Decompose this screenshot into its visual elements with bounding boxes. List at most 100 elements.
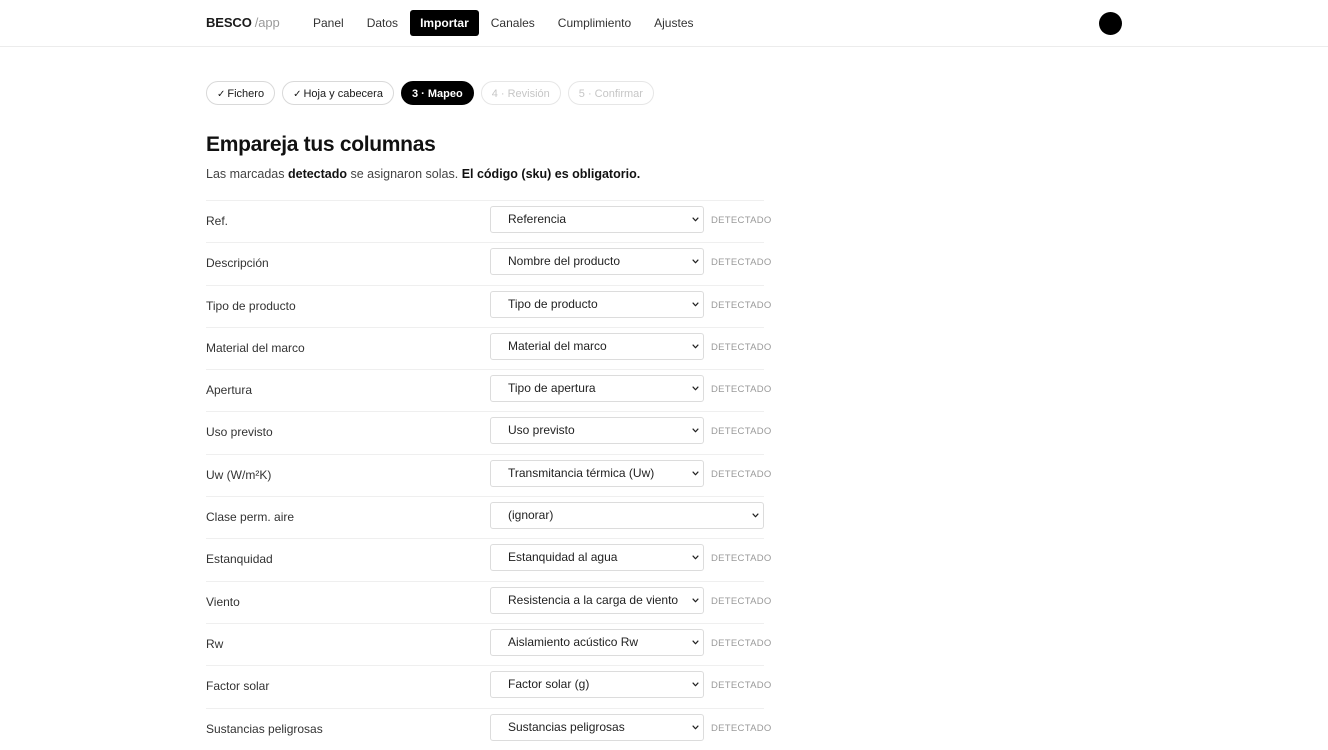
- detected-badge: DETECTADO: [711, 426, 772, 438]
- mapping-row: Uso previsto Uso previsto DETECTADO: [206, 411, 771, 453]
- step-fichero[interactable]: ✓ Fichero: [206, 81, 276, 105]
- avatar[interactable]: [1099, 12, 1122, 35]
- select-value: Factor solar (g): [508, 677, 590, 692]
- select-value: Estanquidad al agua: [508, 550, 618, 565]
- target-field-select[interactable]: Estanquidad al agua: [490, 544, 704, 572]
- target-field-select[interactable]: Tipo de producto: [490, 290, 704, 318]
- detected-badge: DETECTADO: [711, 680, 772, 692]
- chevron-down-icon: [692, 302, 699, 306]
- import-stepper: ✓ Fichero ✓ Hoja y cabecera 3 · Mapeo 4 · Rev…: [206, 81, 654, 105]
- mapping-row: Ref. Referencia DETECTADO: [206, 200, 771, 242]
- nav-item-ajustes[interactable]: Ajustes: [643, 10, 704, 36]
- select-value: Tipo de apertura: [508, 381, 596, 396]
- mapping-row: Uw (W/m²K) Transmitancia térmica (Uw) DETE…: [206, 453, 771, 496]
- mapping-row: Apertura Tipo de apertura DETECTADO: [206, 369, 771, 411]
- chevron-down-icon: [752, 513, 759, 518]
- step-label: 5 · Confirmar: [578, 88, 643, 100]
- subtitle-text-2: se asignaron solas.: [347, 167, 462, 181]
- chevron-down-icon: [692, 725, 699, 729]
- chevron-down-icon: [692, 344, 699, 349]
- source-column-label: Tipo de producto: [206, 298, 296, 313]
- mapping-row: Tipo de producto Tipo de producto DETECTAD…: [206, 284, 771, 327]
- step-label: Fichero: [227, 88, 265, 100]
- mapping-list: Ref. Referencia DETECTADO Descripción Nombre…: [206, 200, 771, 750]
- source-column-label: Uso previsto: [206, 425, 273, 440]
- target-field-select[interactable]: Sustancias peligrosas: [490, 713, 704, 741]
- select-value: Referencia: [508, 212, 567, 226]
- mapping-row: Estanquidad Estanquidad al agua DETECTADO: [206, 538, 771, 580]
- source-column-label: Factor solar: [206, 679, 270, 694]
- chevron-down-icon: [692, 471, 699, 476]
- mapping-row: Factor solar Factor solar (g) DETECTADO: [206, 665, 771, 707]
- brand-suffix: /app: [254, 15, 280, 30]
- target-field-select[interactable]: Nombre del producto: [490, 248, 704, 276]
- subtitle-bold-2: El código (sku) es obligatorio.: [461, 167, 641, 181]
- select-value: Resistencia a la carga de viento: [508, 592, 679, 607]
- nav-item-canales[interactable]: Canales: [480, 10, 546, 36]
- chevron-down-icon: [692, 555, 699, 560]
- step-3-mapeo[interactable]: 3 · Mapeo: [400, 81, 474, 105]
- source-column-label: Uw (W/m²K): [206, 467, 272, 482]
- select-value: Transmitancia térmica (Uw): [508, 465, 655, 480]
- target-field-select[interactable]: Tipo de apertura: [490, 375, 704, 403]
- target-field-select[interactable]: Uso previsto: [490, 417, 704, 445]
- check-icon: ✓: [217, 89, 226, 100]
- check-icon: ✓: [293, 89, 302, 100]
- mapping-row: Sustancias peligrosas Sustancias peligros…: [206, 707, 771, 750]
- source-column-label: Apertura: [206, 383, 253, 398]
- mapping-row: Rw Aislamiento acústico Rw DETECTADO: [206, 622, 771, 665]
- mapping-row: Viento Resistencia a la carga de viento DE…: [206, 580, 771, 623]
- detected-badge: DETECTADO: [711, 384, 772, 396]
- detected-badge: DETECTADO: [711, 299, 772, 311]
- detected-badge: DETECTADO: [711, 215, 772, 226]
- nav-item-panel[interactable]: Panel: [302, 10, 355, 36]
- select-value: (ignorar): [508, 508, 554, 523]
- detected-badge: DETECTADO: [711, 722, 772, 734]
- step-4-revision: 4 · Revisión: [480, 81, 561, 105]
- chevron-down-icon: [692, 598, 699, 603]
- nav-item-datos[interactable]: Datos: [356, 10, 409, 36]
- page-title: Empareja tus columnas: [206, 133, 436, 156]
- nav-item-cumplimiento[interactable]: Cumplimiento: [547, 10, 642, 36]
- step-label: 3 · Mapeo: [411, 88, 463, 100]
- chevron-down-icon: [692, 217, 699, 222]
- detected-badge: DETECTADO: [711, 553, 772, 565]
- target-field-select[interactable]: Transmitancia térmica (Uw): [490, 459, 704, 487]
- target-field-select[interactable]: (ignorar): [490, 502, 764, 530]
- target-field-select[interactable]: Material del marco: [490, 332, 704, 360]
- source-column-label: Viento: [206, 594, 240, 609]
- mapping-row: Clase perm. aire (ignorar): [206, 496, 764, 538]
- subtitle-bold-1: detectado: [287, 167, 348, 181]
- source-column-label: Estanquidad: [206, 552, 273, 567]
- select-value: Uso previsto: [508, 423, 575, 438]
- source-column-label: Material del marco: [206, 340, 305, 355]
- target-field-select[interactable]: Aislamiento acústico Rw: [490, 628, 704, 656]
- step-hoja-y-cabecera[interactable]: ✓ Hoja y cabecera: [282, 81, 394, 105]
- nav-item-importar[interactable]: Importar: [410, 10, 479, 36]
- brand-logo[interactable]: BESCO/app: [206, 15, 280, 30]
- select-value: Tipo de producto: [508, 296, 598, 311]
- select-value: Material del marco: [508, 338, 607, 353]
- mapping-row: Material del marco Material del marco DETE…: [206, 326, 771, 369]
- source-column-label: Clase perm. aire: [206, 510, 295, 525]
- source-column-label: Rw: [206, 636, 224, 651]
- select-value: Sustancias peligrosas: [508, 719, 625, 734]
- subtitle-text-1: Las marcadas: [206, 167, 288, 181]
- main-nav: Panel Datos Importar Canales Cumplimiento Aju…: [302, 10, 706, 36]
- chevron-down-icon: [692, 386, 699, 391]
- chevron-down-icon: [692, 682, 699, 687]
- target-field-select[interactable]: Referencia: [490, 206, 704, 233]
- detected-badge: DETECTADO: [711, 595, 772, 607]
- step-5-confirmar: 5 · Confirmar: [567, 81, 654, 105]
- source-column-label: Sustancias peligrosas: [206, 721, 323, 736]
- source-column-label: Descripción: [206, 256, 269, 271]
- target-field-select[interactable]: Factor solar (g): [490, 671, 704, 699]
- chevron-down-icon: [692, 640, 699, 645]
- mapping-row: Descripción Nombre del producto DETECTADO: [206, 242, 771, 284]
- detected-badge: DETECTADO: [711, 637, 772, 649]
- target-field-select[interactable]: Resistencia a la carga de viento: [490, 586, 704, 614]
- step-label: 4 · Revisión: [491, 88, 550, 100]
- top-bar: BESCO/app Panel Datos Importar Canales Cumpl…: [0, 0, 1328, 47]
- detected-badge: DETECTADO: [711, 257, 772, 269]
- source-column-label: Ref.: [206, 214, 229, 228]
